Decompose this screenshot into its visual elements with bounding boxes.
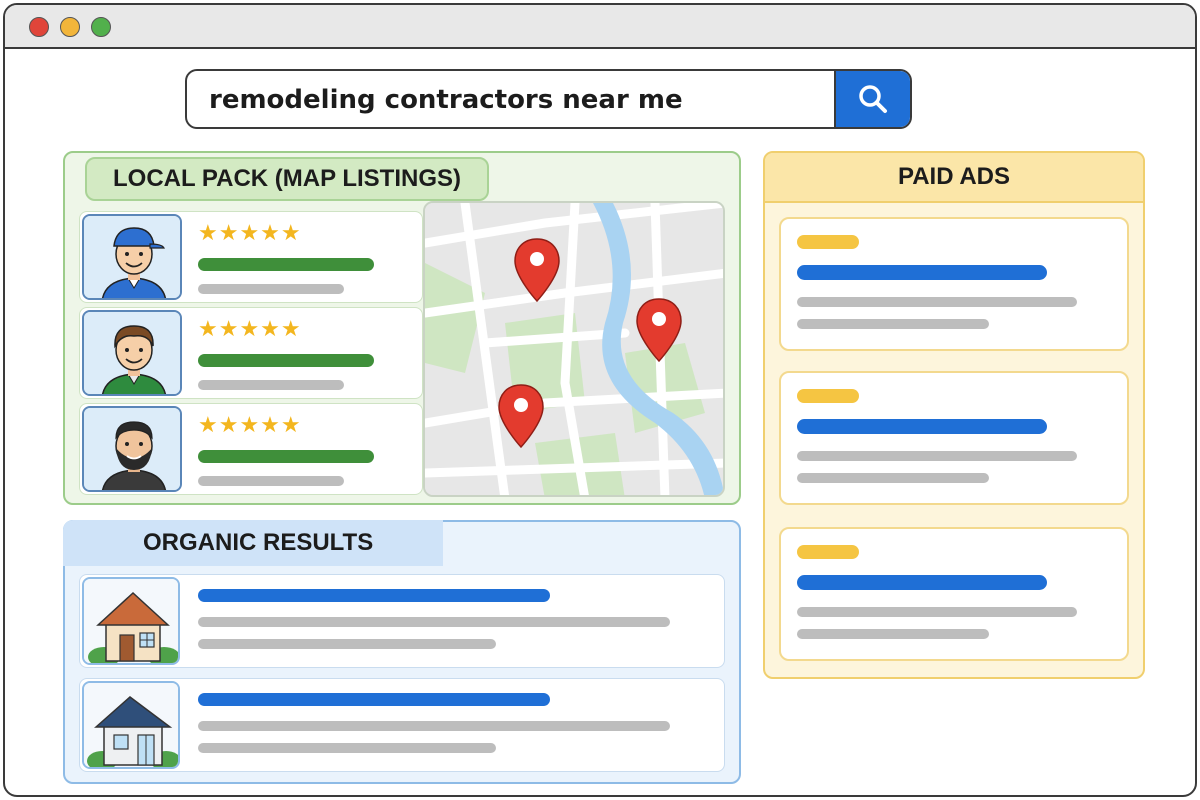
ad-description-placeholder [797, 629, 989, 639]
search-bar[interactable]: remodeling contractors near me [185, 69, 912, 129]
organic-results-panel: ORGANIC RESULTS [63, 520, 741, 784]
house-icon [82, 577, 180, 665]
organic-result[interactable] [79, 678, 725, 772]
paid-ads-heading: PAID ADS [765, 153, 1143, 203]
browser-titlebar [5, 5, 1195, 49]
ad-description-placeholder [797, 297, 1077, 307]
local-map[interactable] [423, 201, 725, 497]
local-listing[interactable]: ★★★★★ [79, 307, 423, 399]
local-listing[interactable]: ★★★★★ [79, 211, 423, 303]
listing-title-placeholder [198, 354, 374, 367]
browser-window: remodeling contractors near me LOCAL PAC… [3, 3, 1197, 797]
paid-ad[interactable] [779, 217, 1129, 351]
contractor-avatar-beard-icon [82, 406, 182, 492]
listing-detail-placeholder [198, 380, 344, 390]
ad-description-placeholder [797, 473, 989, 483]
ad-title-placeholder [797, 419, 1047, 434]
map-canvas [425, 203, 723, 495]
ad-description-placeholder [797, 451, 1077, 461]
ad-badge [797, 389, 859, 403]
local-pack-panel: LOCAL PACK (MAP LISTINGS) ★★★★★ ★★★★★ ★★… [63, 151, 741, 505]
paid-ad[interactable] [779, 371, 1129, 505]
result-title-placeholder [198, 589, 550, 602]
ad-description-placeholder [797, 607, 1077, 617]
result-url-placeholder [198, 617, 670, 627]
result-snippet-placeholder [198, 743, 496, 753]
local-pack-heading: LOCAL PACK (MAP LISTINGS) [85, 157, 489, 201]
search-icon [859, 85, 887, 113]
close-window-button[interactable] [29, 17, 49, 37]
result-snippet-placeholder [198, 639, 496, 649]
contractor-avatar-cap-icon [82, 214, 182, 300]
ad-description-placeholder [797, 319, 989, 329]
minimize-window-button[interactable] [60, 17, 80, 37]
ad-title-placeholder [797, 575, 1047, 590]
listing-title-placeholder [198, 258, 374, 271]
paid-ads-panel: PAID ADS [763, 151, 1145, 679]
organic-results-heading: ORGANIC RESULTS [63, 520, 443, 566]
rating-stars: ★★★★★ [198, 220, 302, 245]
search-input[interactable]: remodeling contractors near me [209, 85, 683, 115]
rating-stars: ★★★★★ [198, 412, 302, 437]
ad-badge [797, 235, 859, 249]
ad-badge [797, 545, 859, 559]
listing-detail-placeholder [198, 476, 344, 486]
contractor-avatar-icon [82, 310, 182, 396]
organic-result[interactable] [79, 574, 725, 668]
local-listing[interactable]: ★★★★★ [79, 403, 423, 495]
ad-title-placeholder [797, 265, 1047, 280]
rating-stars: ★★★★★ [198, 316, 302, 341]
result-url-placeholder [198, 721, 670, 731]
house-icon [82, 681, 180, 769]
result-title-placeholder [198, 693, 550, 706]
listing-title-placeholder [198, 450, 374, 463]
search-button[interactable] [834, 71, 910, 127]
paid-ad[interactable] [779, 527, 1129, 661]
listing-detail-placeholder [198, 284, 344, 294]
maximize-window-button[interactable] [91, 17, 111, 37]
